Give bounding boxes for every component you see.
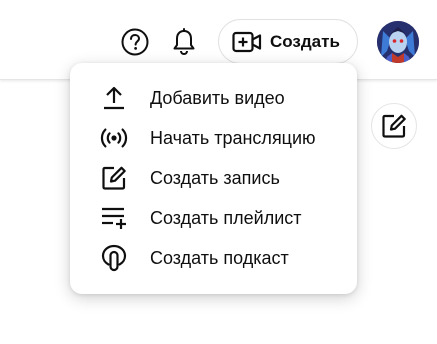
video-plus-icon bbox=[232, 31, 262, 53]
bell-icon bbox=[170, 27, 198, 57]
edit-post-icon bbox=[380, 112, 408, 140]
help-button[interactable] bbox=[115, 22, 155, 62]
menu-item-create-podcast[interactable]: Создать подкаст bbox=[70, 238, 357, 278]
menu-item-label: Создать запись bbox=[150, 167, 280, 188]
help-circle-icon bbox=[120, 27, 150, 57]
avatar[interactable] bbox=[377, 21, 419, 63]
create-menu: Добавить видео Начать трансляцию Создать… bbox=[70, 63, 357, 294]
upload-icon bbox=[100, 85, 128, 111]
menu-item-create-post[interactable]: Создать запись bbox=[70, 158, 357, 198]
menu-item-label: Добавить видео bbox=[150, 87, 285, 108]
playlist-add-icon bbox=[100, 205, 128, 231]
menu-item-label: Создать подкаст bbox=[150, 247, 289, 268]
avatar-image bbox=[377, 21, 419, 63]
edit-post-button[interactable] bbox=[371, 103, 417, 149]
app-root: Создать Добавить видео Начать трансляцию… bbox=[0, 0, 437, 344]
create-button[interactable]: Создать bbox=[218, 19, 358, 64]
menu-item-upload-video[interactable]: Добавить видео bbox=[70, 78, 357, 118]
live-broadcast-icon bbox=[100, 125, 128, 151]
menu-item-go-live[interactable]: Начать трансляцию bbox=[70, 118, 357, 158]
podcast-icon bbox=[100, 244, 128, 272]
create-button-label: Создать bbox=[270, 31, 340, 51]
notifications-button[interactable] bbox=[164, 22, 204, 62]
menu-item-label: Начать трансляцию bbox=[150, 127, 316, 148]
menu-item-label: Создать плейлист bbox=[150, 207, 302, 228]
edit-post-icon bbox=[100, 165, 128, 191]
menu-item-create-playlist[interactable]: Создать плейлист bbox=[70, 198, 357, 238]
